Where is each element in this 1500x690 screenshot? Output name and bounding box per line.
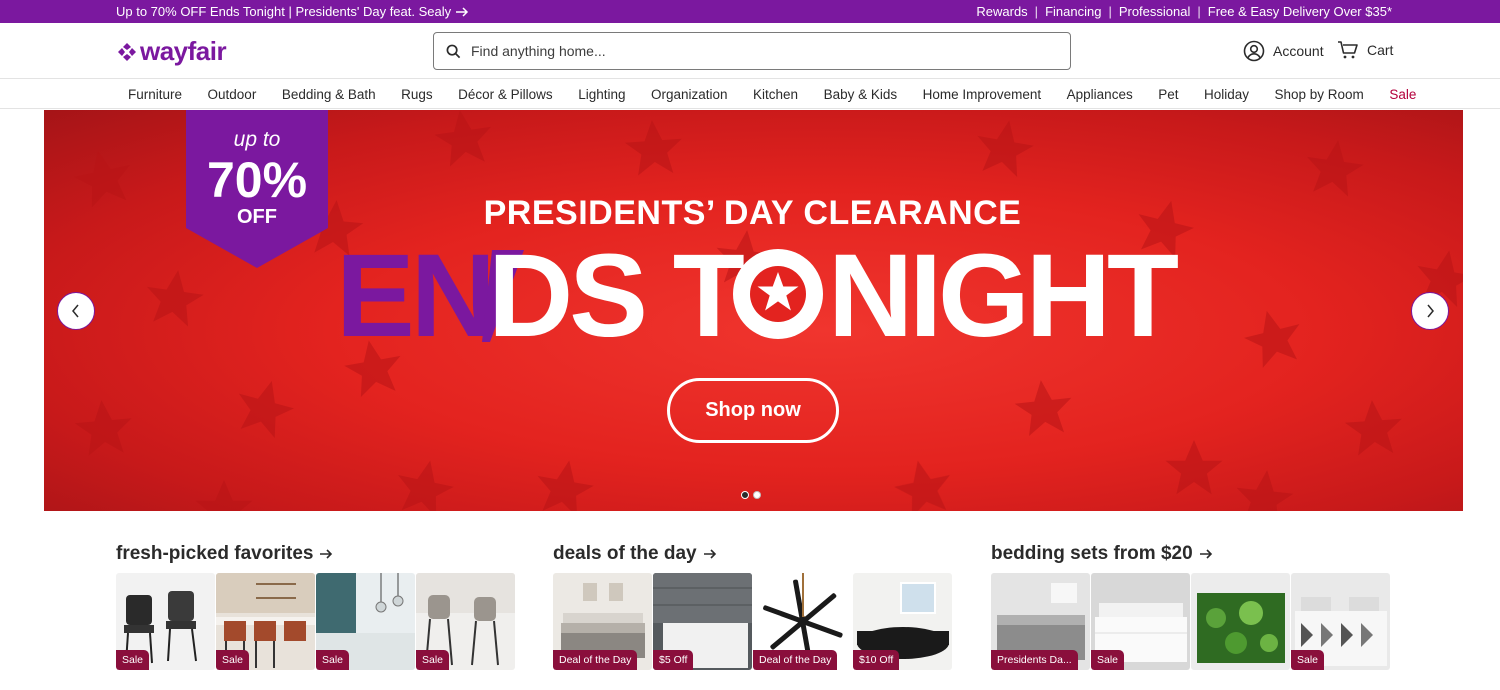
nav-item-rugs[interactable]: Rugs [401, 87, 433, 102]
product-tag: Deal of the Day [553, 650, 638, 670]
carousel-dot[interactable] [741, 491, 749, 499]
product-tiles: Sale Sale Sale Sale [116, 573, 515, 670]
site-header: wayfair Account Cart [0, 23, 1500, 79]
promo-link[interactable]: Up to 70% OFF Ends Tonight | Presidents'… [116, 4, 469, 19]
product-tag: Sale [316, 650, 350, 670]
nav-item-outdoor[interactable]: Outdoor [208, 87, 257, 102]
delivery-link[interactable]: Free & Easy Delivery Over $35* [1208, 4, 1392, 19]
product-tag: Sale [216, 650, 250, 670]
nav-item-decor-pillows[interactable]: Décor & Pillows [458, 87, 553, 102]
product-tag: Sale [1291, 650, 1325, 670]
nav-item-organization[interactable]: Organization [651, 87, 728, 102]
headline-part-night: NIGHT [828, 236, 1178, 356]
arrow-right-icon [456, 6, 469, 17]
section-title-link[interactable]: bedding sets from $20 [991, 543, 1391, 565]
wayfair-pinwheel-icon [118, 42, 136, 61]
search-input[interactable] [471, 43, 1031, 59]
cart-button[interactable]: Cart [1337, 40, 1393, 60]
nav-item-lighting[interactable]: Lighting [578, 87, 625, 102]
carousel-dots [741, 491, 761, 499]
product-tile[interactable]: Sale [416, 573, 515, 670]
product-tag: Sale [1091, 650, 1125, 670]
carousel-next-button[interactable] [1411, 292, 1449, 330]
nav-item-baby-kids[interactable]: Baby & Kids [824, 87, 898, 102]
hero-headline: EN DS T NIGHT [336, 236, 1182, 356]
product-tiles: Presidents Da... Sale Sale [991, 573, 1390, 670]
product-tile[interactable]: Deal of the Day [753, 573, 852, 670]
section-bedding-sets: bedding sets from $20 Presidents Da... S… [991, 543, 1391, 670]
chevron-right-icon [1427, 304, 1434, 318]
cart-label: Cart [1367, 42, 1394, 58]
cart-icon [1338, 41, 1358, 59]
nav-item-holiday[interactable]: Holiday [1204, 87, 1249, 102]
financing-link[interactable]: Financing [1045, 4, 1101, 19]
product-tile[interactable]: Sale [1091, 573, 1190, 670]
carousel-dot[interactable] [753, 491, 761, 499]
star-circle-icon [733, 249, 823, 339]
product-tile[interactable]: $10 Off [853, 573, 952, 670]
promo-bar: Up to 70% OFF Ends Tonight | Presidents'… [0, 0, 1500, 23]
professional-link[interactable]: Professional [1119, 4, 1191, 19]
category-nav: Furniture Outdoor Bedding & Bath Rugs Dé… [0, 80, 1500, 109]
badge-upto: up to [233, 128, 281, 151]
product-tile[interactable]: Sale [116, 573, 215, 670]
separator: | [1197, 4, 1201, 19]
product-tag: $5 Off [653, 650, 694, 670]
separator: | [1108, 4, 1112, 19]
section-deals-of-the-day: deals of the day Deal of the Day $5 Off [553, 543, 953, 670]
product-tile[interactable] [1191, 573, 1290, 670]
nav-item-appliances[interactable]: Appliances [1067, 87, 1133, 102]
product-tile[interactable]: $5 Off [653, 573, 752, 670]
shop-now-button[interactable]: Shop now [667, 378, 839, 443]
product-tile[interactable]: Presidents Da... [991, 573, 1090, 670]
product-tile[interactable]: Deal of the Day [553, 573, 652, 670]
wayfair-logo[interactable]: wayfair [116, 36, 227, 67]
product-tag: Sale [416, 650, 450, 670]
arrow-right-icon [320, 549, 333, 559]
arrow-right-icon [1199, 549, 1212, 559]
product-tiles: Deal of the Day $5 Off Deal of the Day $… [553, 573, 952, 670]
nav-item-sale[interactable]: Sale [1389, 87, 1416, 102]
product-tag: $10 Off [853, 650, 900, 670]
account-button[interactable]: Account [1243, 40, 1324, 62]
hero-subtitle-text: PRESIDENTS’ DAY CLEARANCE [483, 194, 1022, 232]
section-title: deals of the day [553, 543, 697, 564]
carousel-prev-button[interactable] [57, 292, 95, 330]
hero-banner[interactable]: up to 70% OFF PRESIDENTS’ DAY CLEARANCE … [44, 110, 1463, 511]
section-title-link[interactable]: deals of the day [553, 543, 953, 565]
hero-subtitle: PRESIDENTS’ DAY CLEARANCE [44, 194, 1463, 233]
rewards-link[interactable]: Rewards [976, 4, 1027, 19]
nav-item-furniture[interactable]: Furniture [128, 87, 182, 102]
promo-text: Up to 70% OFF Ends Tonight | Presidents'… [116, 4, 452, 19]
section-title: fresh-picked favorites [116, 543, 314, 564]
headline-part-en: EN [336, 236, 492, 356]
nav-item-kitchen[interactable]: Kitchen [753, 87, 798, 102]
account-label: Account [1273, 43, 1324, 59]
nav-item-shop-by-room[interactable]: Shop by Room [1275, 87, 1364, 102]
product-tag: Presidents Da... [991, 650, 1078, 670]
search-bar[interactable] [433, 32, 1071, 70]
section-title-link[interactable]: fresh-picked favorites [116, 543, 516, 565]
search-icon [446, 44, 461, 58]
section-title: bedding sets from $20 [991, 543, 1193, 564]
account-icon [1243, 40, 1265, 62]
product-tag: Sale [116, 650, 150, 670]
arrow-right-icon [703, 549, 716, 559]
chevron-left-icon [72, 304, 79, 318]
logo-text: wayfair [140, 36, 227, 66]
utility-links: Rewards | Financing | Professional | Fre… [976, 4, 1392, 19]
product-image [1191, 573, 1290, 670]
section-fresh-picked: fresh-picked favorites Sale Sale Sale Sa… [116, 543, 516, 670]
nav-item-bedding-bath[interactable]: Bedding & Bath [282, 87, 376, 102]
product-tile[interactable]: Sale [316, 573, 415, 670]
product-tile[interactable]: Sale [216, 573, 315, 670]
product-tile[interactable]: Sale [1291, 573, 1390, 670]
headline-part-ds-t: DS T [488, 236, 744, 356]
separator: | [1034, 4, 1039, 19]
nav-item-home-improvement[interactable]: Home Improvement [923, 87, 1042, 102]
product-tag: Deal of the Day [753, 650, 838, 670]
nav-item-pet[interactable]: Pet [1158, 87, 1178, 102]
